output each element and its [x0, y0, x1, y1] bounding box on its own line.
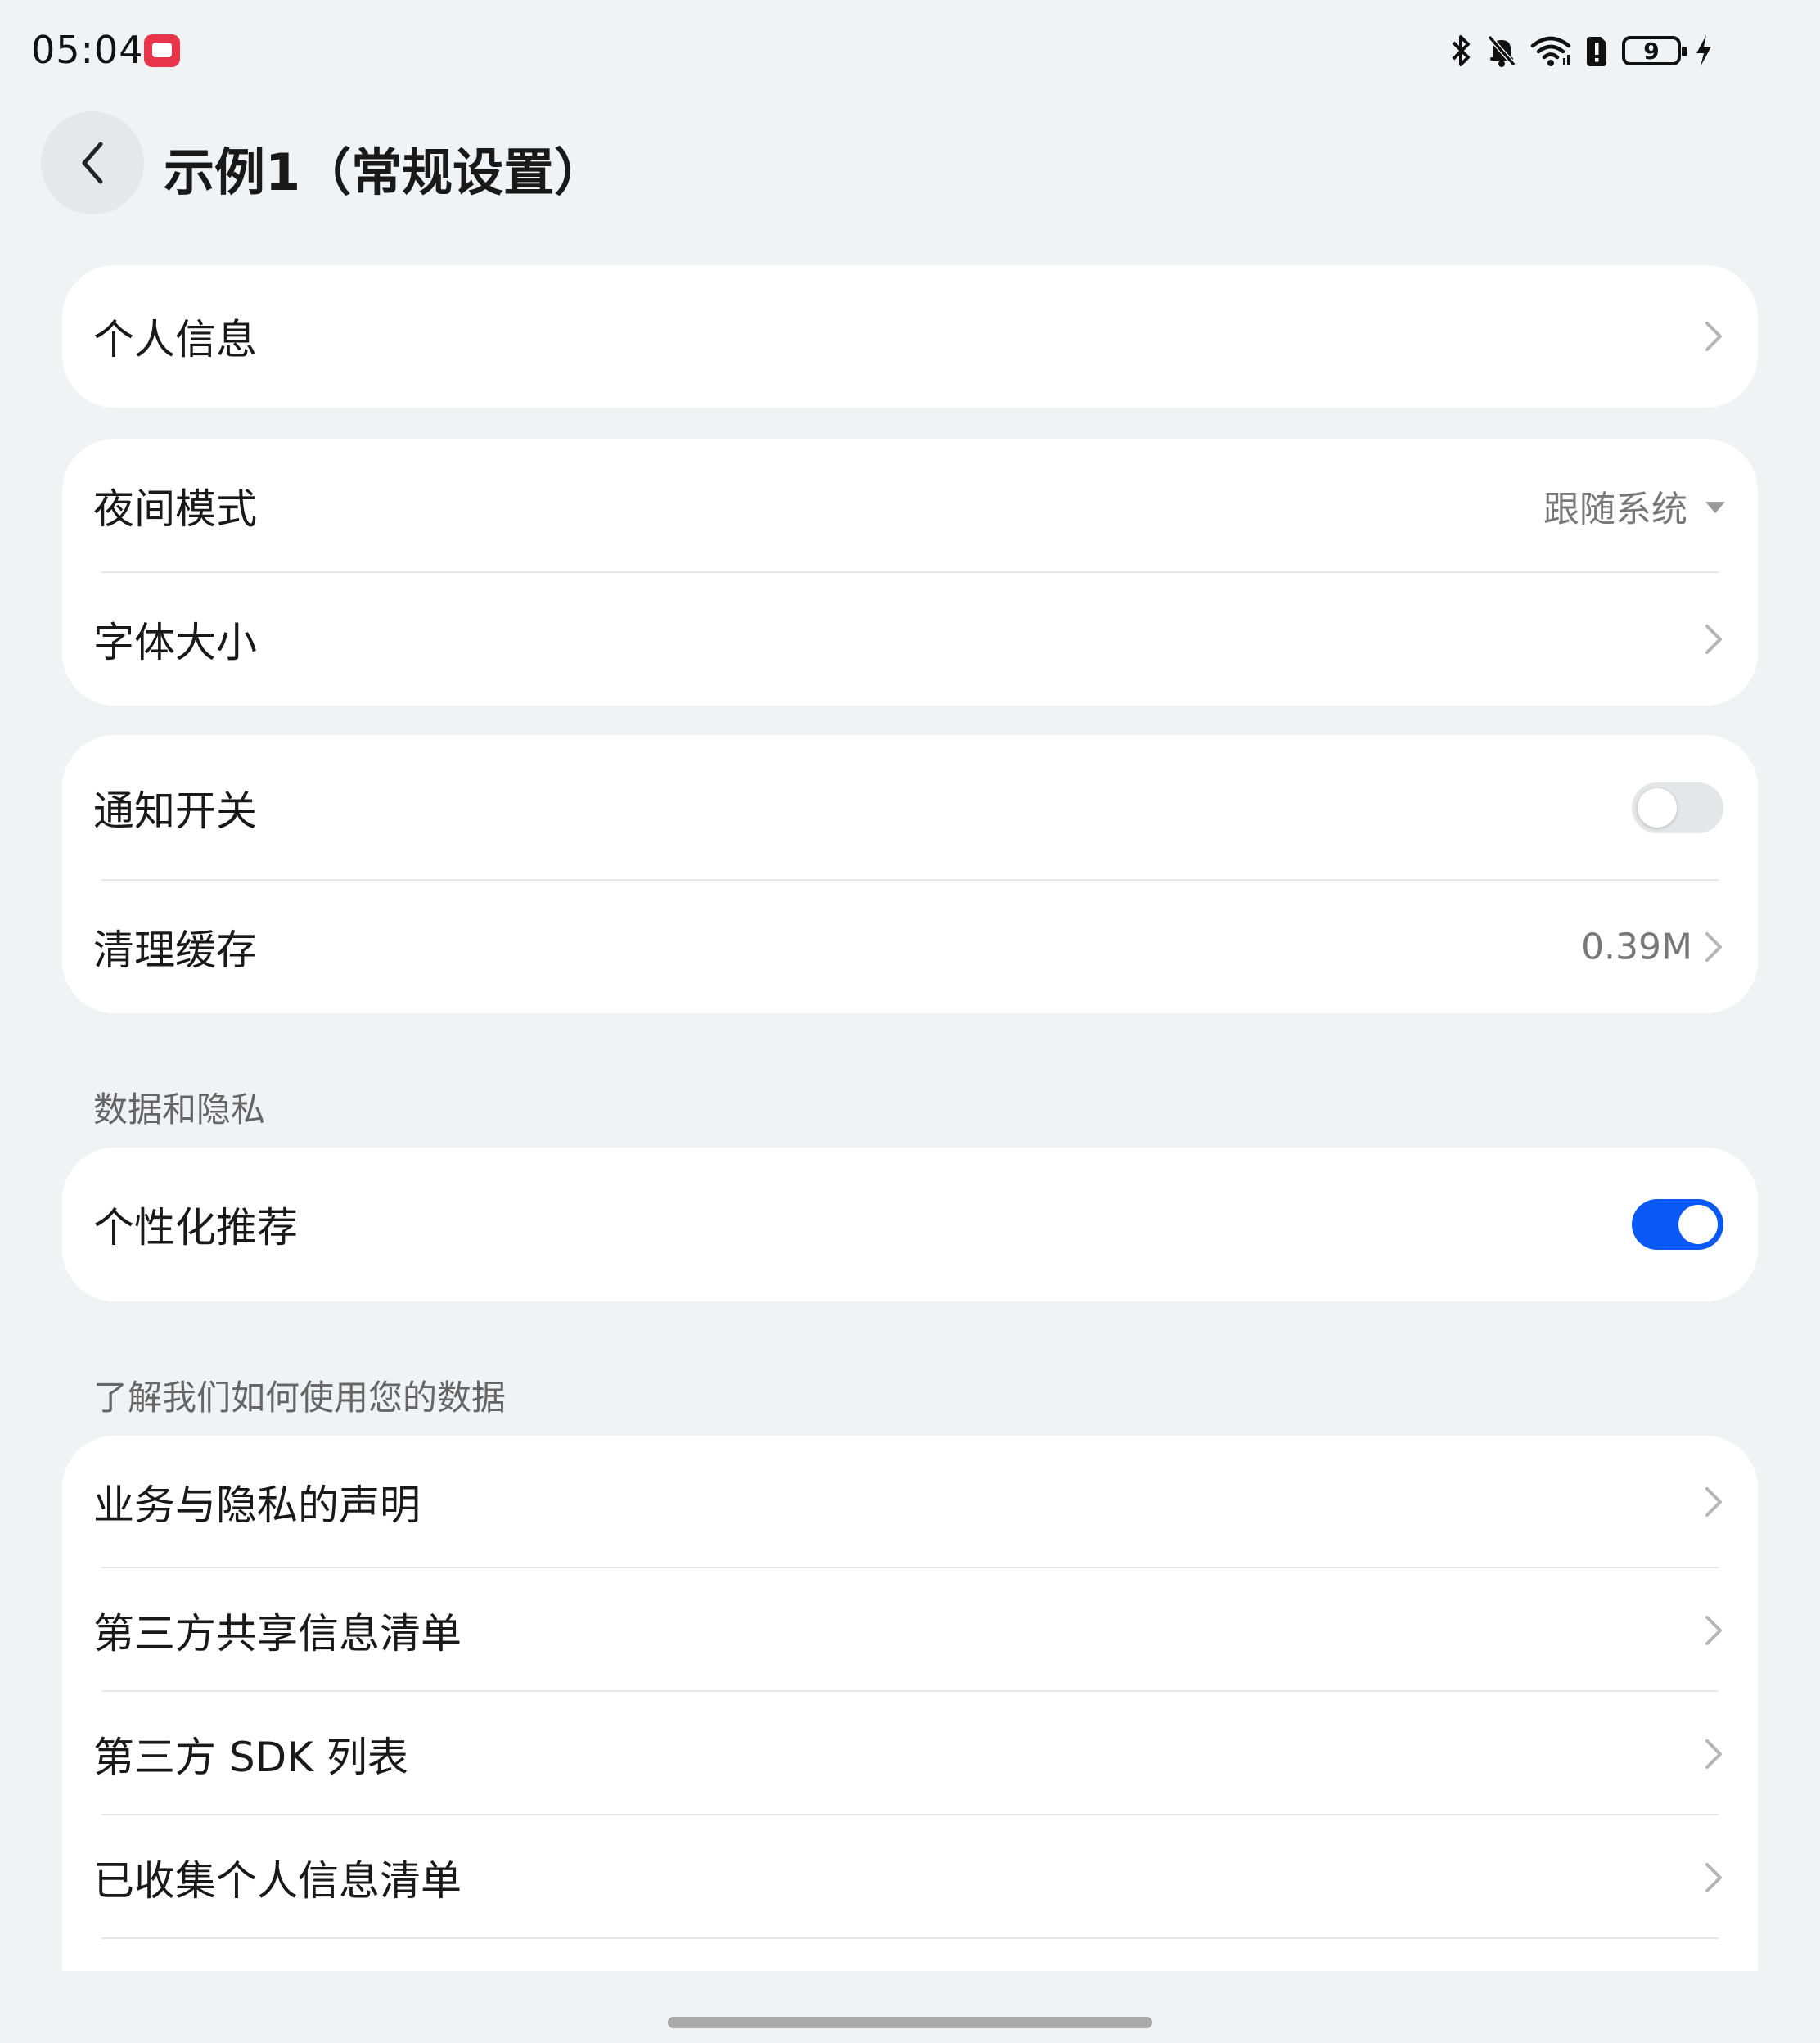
page-title: 示例1（常规设置）: [164, 142, 606, 202]
bluetooth-icon: [1452, 35, 1470, 66]
title-bar: 示例1（常规设置）: [0, 111, 1820, 214]
divider: [101, 1937, 1719, 1939]
back-button[interactable]: [41, 111, 144, 214]
toggle-knob: [1638, 788, 1677, 828]
dropdown-caret-icon: [1705, 502, 1725, 514]
chevron-left-icon: [82, 142, 103, 184]
list-item[interactable]: 第三方 SDK 列表: [62, 1692, 1758, 1815]
personal-info-row[interactable]: 个人信息: [62, 265, 1758, 408]
list-item-label: 第三方 SDK 列表: [93, 1733, 408, 1781]
personalized-recommendation-toggle[interactable]: [1632, 1199, 1723, 1250]
chevron-right-icon: [1705, 625, 1722, 654]
night-mode-value[interactable]: 跟随系统: [1543, 480, 1687, 532]
personalized-recommendation-label: 个性化推荐: [93, 1204, 298, 1252]
night-mode-label: 夜间模式: [93, 485, 257, 533]
list-item[interactable]: 业务与隐私的声明: [62, 1436, 1758, 1568]
data-usage-card: 业务与隐私的声明 第三方共享信息清单 第三方 SDK 列表 已收集个人信息清单: [62, 1436, 1758, 1971]
personalized-recommendation-row: 个性化推荐: [62, 1148, 1758, 1301]
status-icons: 9: [1448, 29, 1714, 72]
personal-info-card: 个人信息: [62, 265, 1758, 408]
privacy-section-label: 数据和隐私: [93, 1089, 266, 1130]
chevron-right-icon: [1705, 932, 1722, 962]
clear-cache-row[interactable]: 清理缓存 0.39M: [62, 881, 1758, 1013]
night-mode-row[interactable]: 夜间模式 跟随系统: [62, 439, 1758, 573]
home-indicator[interactable]: [668, 2017, 1152, 2028]
data-usage-section-label: 了解我们如何使用您的数据: [93, 1378, 507, 1418]
mute-bell-icon: [1487, 35, 1516, 67]
list-item-label: 已收集个人信息清单: [93, 1856, 462, 1905]
charging-icon: [1696, 35, 1711, 66]
personal-info-label: 个人信息: [93, 316, 257, 363]
notification-switch-label: 通知开关: [93, 787, 257, 835]
clear-cache-label: 清理缓存: [93, 927, 257, 974]
chevron-right-icon: [1705, 1615, 1722, 1645]
list-item-label: 业务与隐私的声明: [93, 1482, 421, 1529]
status-time: 05:04: [31, 28, 144, 72]
app-notification-icon: [144, 34, 180, 67]
battery-icon: 9: [1622, 36, 1687, 65]
list-item-label: 第三方共享信息清单: [93, 1609, 462, 1657]
status-bar: 05:04 9: [0, 0, 1820, 101]
toggle-knob: [1678, 1205, 1718, 1244]
privacy-card: 个性化推荐: [62, 1148, 1758, 1301]
sim-alert-icon: [1587, 37, 1606, 66]
wifi-icon: [1530, 36, 1571, 66]
chevron-right-icon: [1705, 322, 1722, 351]
chevron-right-icon: [1705, 1487, 1722, 1517]
display-settings-card: 夜间模式 跟随系统 字体大小: [62, 439, 1758, 706]
cache-size-value: 0.39M: [1581, 926, 1692, 968]
list-item[interactable]: 第三方共享信息清单: [62, 1568, 1758, 1692]
font-size-label: 字体大小: [93, 619, 257, 666]
chevron-right-icon: [1705, 1862, 1722, 1892]
font-size-row[interactable]: 字体大小: [62, 573, 1758, 706]
notification-switch-row: 通知开关: [62, 735, 1758, 881]
list-item[interactable]: 已收集个人信息清单: [62, 1815, 1758, 1939]
system-settings-card: 通知开关 清理缓存 0.39M: [62, 735, 1758, 1013]
battery-level: 9: [1643, 37, 1660, 65]
chevron-right-icon: [1705, 1739, 1722, 1769]
notification-toggle[interactable]: [1632, 782, 1723, 833]
